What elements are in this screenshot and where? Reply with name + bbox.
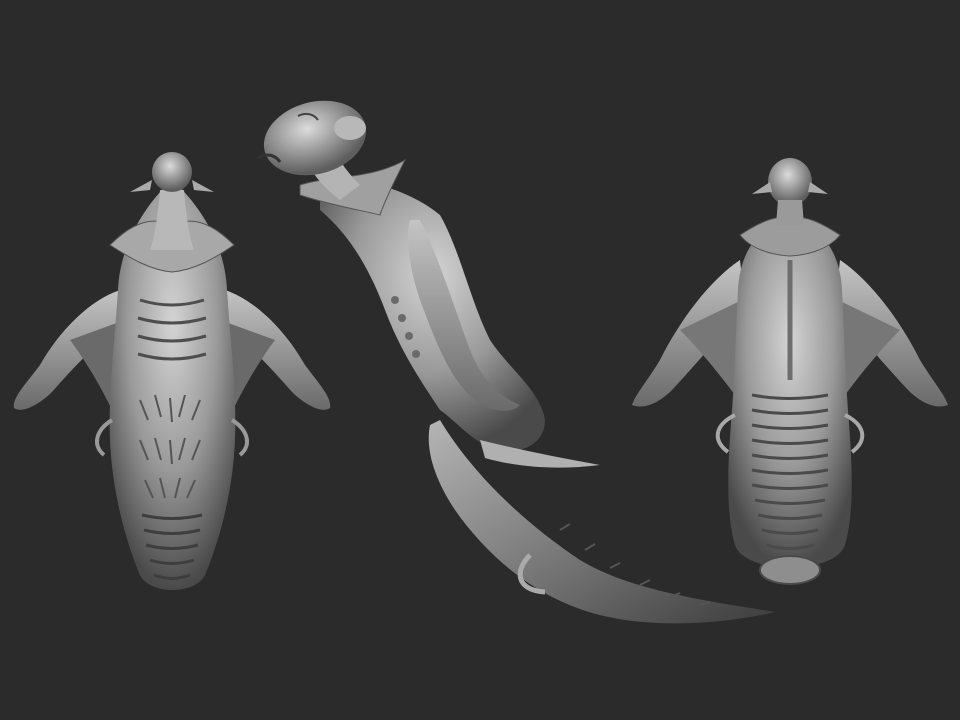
sculpt-render [0, 0, 960, 720]
back-tail-tip [759, 555, 821, 585]
side-ear [334, 116, 366, 140]
render-viewport [0, 0, 960, 720]
back-head [768, 158, 812, 206]
front-head [152, 152, 192, 192]
back-neck [776, 200, 804, 225]
